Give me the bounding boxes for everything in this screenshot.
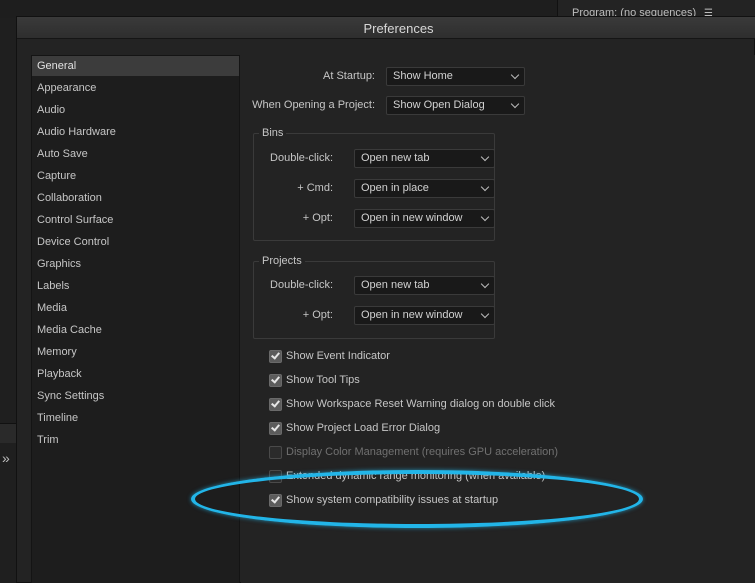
sidebar-item-audio[interactable]: Audio [32, 100, 239, 120]
checkmark-icon [271, 494, 280, 504]
opening-project-label: When Opening a Project: [252, 99, 375, 111]
sidebar-item-playback[interactable]: Playback [32, 364, 239, 384]
bins-opt-select[interactable]: Open in new window [354, 209, 495, 228]
bins-opt-value: Open in new window [361, 212, 463, 224]
projects-group-title: Projects [259, 255, 305, 267]
sidebar-item-device-control[interactable]: Device Control [32, 232, 239, 252]
sidebar-item-media-cache[interactable]: Media Cache [32, 320, 239, 340]
opening-project-select[interactable]: Show Open Dialog [386, 96, 525, 115]
sidebar-item-appearance[interactable]: Appearance [32, 78, 239, 98]
bins-double-click-value: Open new tab [361, 152, 430, 164]
sidebar-item-labels[interactable]: Labels [32, 276, 239, 296]
checkmark-icon [271, 374, 280, 384]
dialog-title: Preferences [363, 21, 434, 36]
dialog-titlebar[interactable]: Preferences [17, 17, 755, 39]
checkmark-icon [271, 350, 280, 360]
chevron-down-icon [480, 152, 490, 162]
projects-double-click-select[interactable]: Open new tab [354, 276, 495, 295]
checkbox-label: Show system compatibility issues at star… [286, 494, 499, 506]
sidebar-item-control-surface[interactable]: Control Surface [32, 210, 239, 230]
sidebar-item-memory[interactable]: Memory [32, 342, 239, 362]
sidebar-item-audio-hardware[interactable]: Audio Hardware [32, 122, 239, 142]
checkmark-icon [271, 422, 280, 432]
double-chevron-right-icon[interactable]: » [2, 450, 10, 466]
at-startup-select[interactable]: Show Home [386, 67, 525, 86]
chevron-down-icon [480, 279, 490, 289]
checkbox-label: Show Tool Tips [286, 374, 360, 386]
preferences-dialog: Preferences General Appearance Audio Aud… [16, 16, 755, 583]
checkbox-box[interactable] [269, 398, 282, 411]
sidebar-item-timeline[interactable]: Timeline [32, 408, 239, 428]
sidebar-item-collaboration[interactable]: Collaboration [32, 188, 239, 208]
checkbox-box[interactable] [269, 422, 282, 435]
projects-opt-label: + Opt: [302, 309, 333, 321]
checkbox-box[interactable] [269, 350, 282, 363]
bins-double-click-label: Double-click: [270, 152, 333, 164]
bins-cmd-value: Open in place [361, 182, 429, 194]
chevron-down-icon [480, 309, 490, 319]
checkbox-label: Show Project Load Error Dialog [286, 422, 441, 434]
sidebar-item-capture[interactable]: Capture [32, 166, 239, 186]
checkbox-label: Extended dynamic range monitoring (when … [286, 470, 546, 482]
projects-double-click-value: Open new tab [361, 279, 430, 291]
app-background-left-panel: » [0, 18, 16, 583]
sidebar-item-trim[interactable]: Trim [32, 430, 239, 450]
chevron-down-icon [480, 182, 490, 192]
projects-group [253, 261, 495, 339]
projects-double-click-label: Double-click: [270, 279, 333, 291]
checkbox-box [269, 446, 282, 459]
preferences-sidebar: General Appearance Audio Audio Hardware … [31, 55, 240, 583]
checkmark-icon [271, 398, 280, 408]
checkbox-box[interactable] [269, 374, 282, 387]
at-startup-value: Show Home [393, 70, 453, 82]
panel-divider [0, 423, 16, 443]
sidebar-item-graphics[interactable]: Graphics [32, 254, 239, 274]
sidebar-item-auto-save[interactable]: Auto Save [32, 144, 239, 164]
sidebar-item-general[interactable]: General [32, 56, 239, 76]
at-startup-label: At Startup: [323, 70, 375, 82]
bins-cmd-label: + Cmd: [297, 182, 333, 194]
bins-opt-label: + Opt: [302, 212, 333, 224]
sidebar-item-sync-settings[interactable]: Sync Settings [32, 386, 239, 406]
general-preferences-panel: At Startup: Show Home When Opening a Pro… [241, 55, 755, 583]
projects-opt-select[interactable]: Open in new window [354, 306, 495, 325]
bins-group-title: Bins [259, 127, 287, 139]
chevron-down-icon [510, 99, 520, 109]
projects-opt-value: Open in new window [361, 309, 463, 321]
checkbox-label: Show Workspace Reset Warning dialog on d… [286, 398, 556, 410]
bins-cmd-select[interactable]: Open in place [354, 179, 495, 198]
bins-double-click-select[interactable]: Open new tab [354, 149, 495, 168]
checkbox-box[interactable] [269, 470, 282, 483]
opening-project-value: Show Open Dialog [393, 99, 485, 111]
chevron-down-icon [480, 212, 490, 222]
checkbox-label: Display Color Management (requires GPU a… [286, 446, 559, 458]
sidebar-item-media[interactable]: Media [32, 298, 239, 318]
checkbox-label: Show Event Indicator [286, 350, 390, 362]
chevron-down-icon [510, 70, 520, 80]
checkbox-box[interactable] [269, 494, 282, 507]
